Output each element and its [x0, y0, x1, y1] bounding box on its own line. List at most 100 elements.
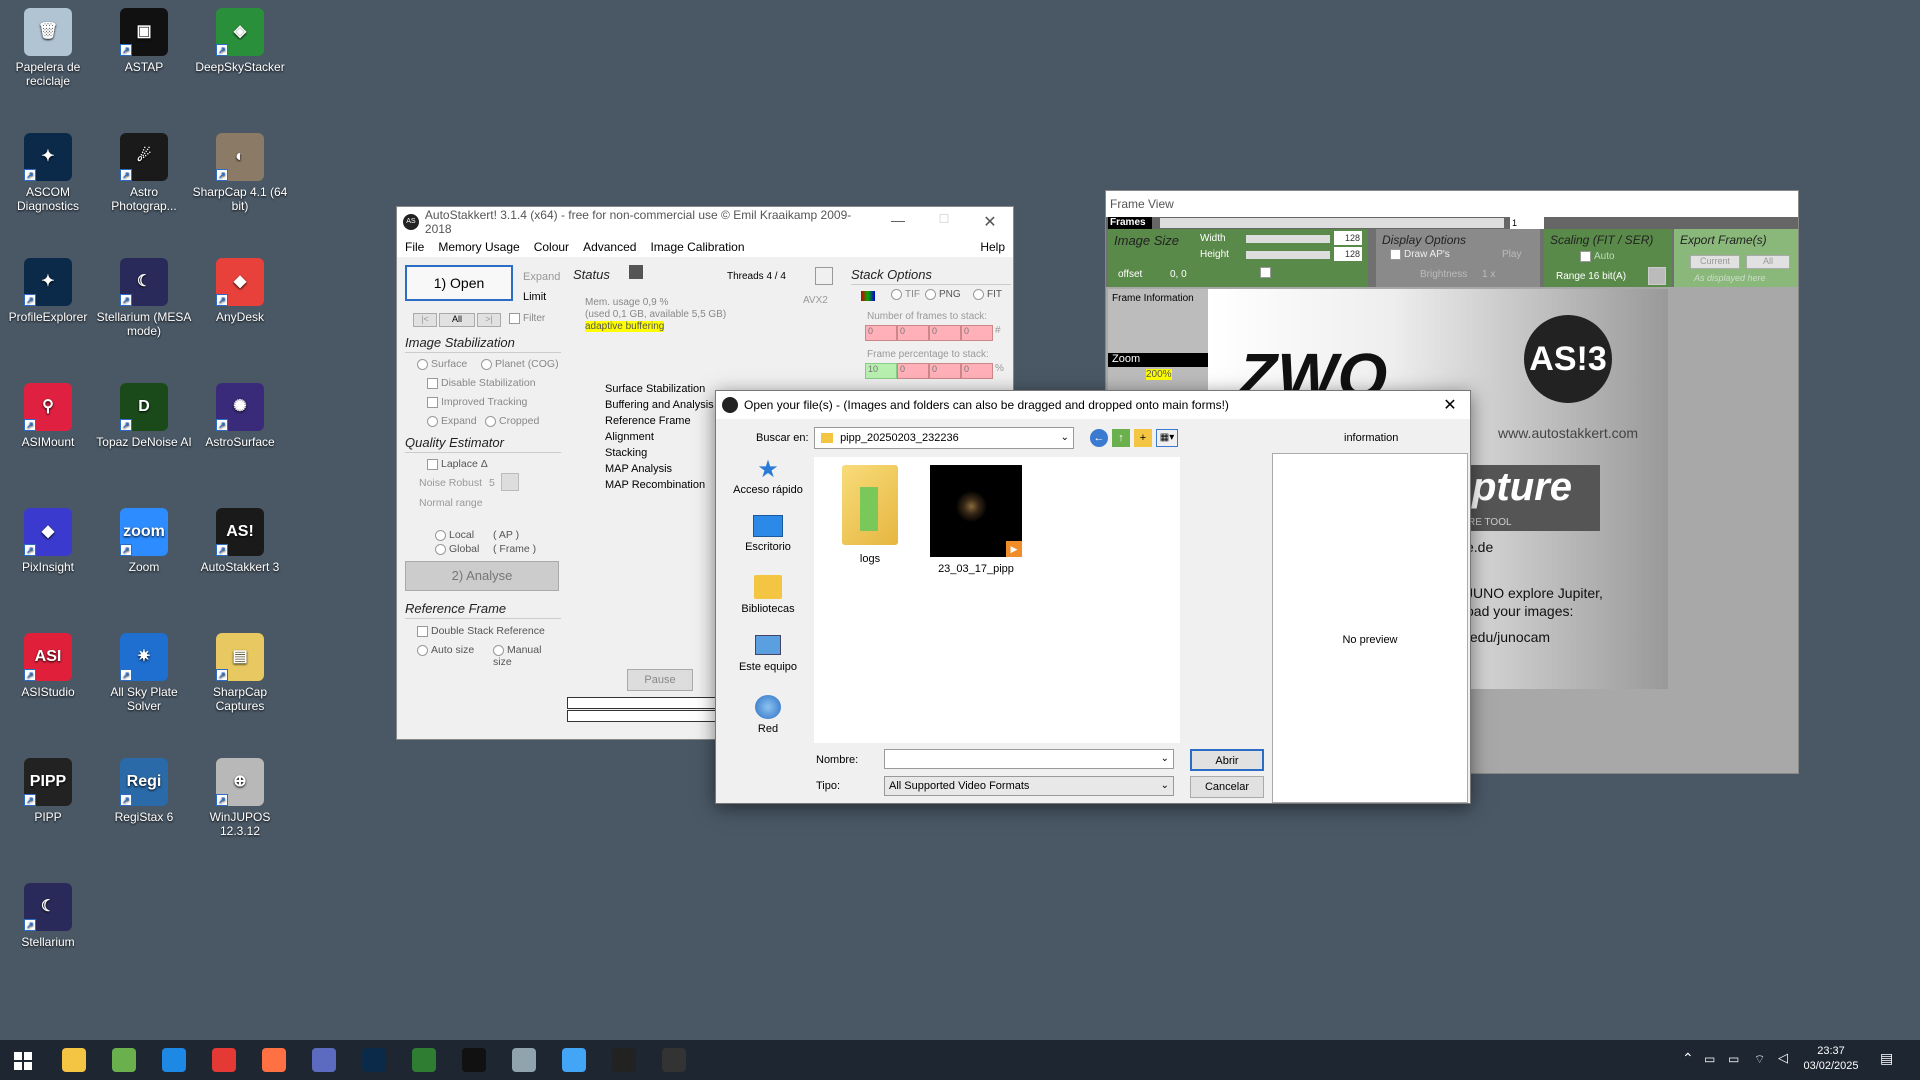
maximize-icon[interactable]: ☐ [921, 212, 967, 232]
up-folder-icon[interactable]: ↑ [1112, 429, 1130, 447]
disable-stabilization-checkbox[interactable]: Disable Stabilization [427, 377, 536, 389]
local-radio[interactable]: Local [435, 529, 474, 541]
notepad-icon[interactable] [112, 1048, 136, 1072]
chevron-up-icon[interactable]: ⌃ [1682, 1050, 1694, 1067]
nav-first-button[interactable]: |< [413, 313, 437, 327]
close-icon[interactable]: ✕ [967, 212, 1013, 232]
lightroom-icon[interactable] [362, 1048, 386, 1072]
png-radio[interactable]: PNG [925, 289, 961, 300]
desktop-icon[interactable]: ✷ ↗ All Sky Plate Solver [96, 633, 192, 713]
chrome-icon[interactable] [212, 1048, 236, 1072]
export-current-button[interactable]: Current [1690, 255, 1740, 269]
network-tool-icon[interactable] [312, 1048, 336, 1072]
start-button[interactable] [14, 1052, 32, 1070]
desktop-icon[interactable]: ✺ ↗ AstroSurface [192, 383, 288, 449]
auto-size-radio[interactable]: Auto size [417, 644, 474, 656]
desktop-icon[interactable]: ◆ ↗ AnyDesk [192, 258, 288, 324]
planet-radio[interactable]: Planet (COG) [481, 358, 559, 370]
minimize-icon[interactable]: — [875, 212, 921, 232]
name-input[interactable]: ⌄ [884, 749, 1174, 769]
dialog-titlebar[interactable]: Open your file(s) - (Images and folders … [716, 391, 1470, 419]
limit-label[interactable]: Limit [523, 291, 546, 303]
file-item-video[interactable]: ▶ 23_03_17_pipp [926, 465, 1026, 575]
lookin-combobox[interactable]: pipp_20250203_232236 ⌄ [814, 427, 1074, 449]
double-stack-checkbox[interactable]: Double Stack Reference [417, 625, 545, 637]
back-icon[interactable]: ← [1090, 429, 1108, 447]
desktop-icon[interactable]: ⚲ ↗ ASIMount [0, 383, 96, 449]
desktop-icon[interactable]: zoom ↗ Zoom [96, 508, 192, 574]
height-input[interactable]: 128 [1334, 247, 1362, 261]
cropped-radio[interactable]: Cropped [485, 415, 539, 427]
type-select[interactable]: All Supported Video Formats ⌄ [884, 776, 1174, 796]
range-button[interactable] [1648, 267, 1666, 285]
num-frames-input[interactable]: 0 [961, 325, 993, 341]
auto-checkbox[interactable]: Auto [1580, 251, 1615, 262]
nav-all-button[interactable]: All [439, 313, 475, 327]
export-all-button[interactable]: All [1746, 255, 1790, 269]
width-input[interactable]: 128 [1334, 231, 1362, 245]
frame-pct-input[interactable]: 0 [961, 363, 993, 379]
frame-pct-input[interactable]: 10 [865, 363, 897, 379]
manual-size-radio[interactable]: Manual size [493, 644, 561, 668]
menu-colour[interactable]: Colour [534, 240, 569, 254]
num-frames-input[interactable]: 0 [929, 325, 961, 341]
place-this-pc[interactable]: Este equipo [724, 635, 812, 673]
global-radio[interactable]: Global [435, 543, 479, 555]
desktop-icon[interactable]: 🗑 Papelera de reciclaje [0, 8, 96, 88]
noise-robust-spin[interactable] [501, 473, 519, 491]
autostakkert-icon[interactable] [662, 1048, 686, 1072]
notification-icon[interactable]: ▤ [1880, 1050, 1893, 1067]
width-slider[interactable] [1246, 235, 1330, 243]
volume-icon[interactable]: ◁ [1778, 1050, 1788, 1066]
menu-file[interactable]: File [405, 240, 424, 254]
expand-radio[interactable]: Expand [427, 415, 477, 427]
place-libraries[interactable]: Bibliotecas [724, 575, 812, 615]
open-button[interactable]: 1) Open [405, 265, 513, 301]
fit-radio[interactable]: FIT [973, 289, 1002, 300]
desktop-icon[interactable]: ▣ ↗ ASTAP [96, 8, 192, 74]
threads-button[interactable] [815, 267, 833, 285]
view-menu-icon[interactable]: ▦▾ [1156, 429, 1178, 447]
place-quick-access[interactable]: ★ Acceso rápido [724, 455, 812, 496]
menu-memory-usage[interactable]: Memory Usage [438, 240, 519, 254]
desktop-icon[interactable]: ✦ ↗ ProfileExplorer [0, 258, 96, 324]
photos-icon[interactable] [562, 1048, 586, 1072]
file-explorer-icon[interactable] [62, 1048, 86, 1072]
autostakkert-titlebar[interactable]: AS AutoStakkert! 3.1.4 (x64) - free for … [397, 207, 1013, 237]
meet-icon[interactable]: ▭ [1704, 1052, 1715, 1066]
frame-pct-input[interactable]: 0 [929, 363, 961, 379]
laplace-checkbox[interactable]: Laplace Δ [427, 458, 488, 470]
frame-number-input[interactable]: 1 [1510, 217, 1544, 229]
wifi-icon[interactable]: ⌔ [1754, 1052, 1765, 1067]
file-item-logs[interactable]: logs [828, 465, 912, 565]
desktop-icon[interactable]: ▤ ↗ SharpCap Captures [192, 633, 288, 713]
file-list[interactable]: logs ▶ 23_03_17_pipp [814, 457, 1180, 743]
frames-slider[interactable] [1160, 218, 1504, 228]
astro-photo-icon[interactable] [462, 1048, 486, 1072]
vscode-icon[interactable] [162, 1048, 186, 1072]
zoom-value[interactable]: 200% [1146, 369, 1172, 380]
desktop-icon[interactable]: ◐ ↗ SharpCap 4.1 (64 bit) [192, 133, 288, 213]
filter-checkbox[interactable]: Filter [509, 313, 545, 324]
num-frames-input[interactable]: 0 [897, 325, 929, 341]
cancel-button[interactable]: Cancelar [1190, 776, 1264, 798]
offset-checkbox[interactable] [1260, 267, 1271, 278]
frame-view-titlebar[interactable]: Frame View [1106, 191, 1798, 217]
desktop-icon[interactable]: PIPP ↗ PIPP [0, 758, 96, 824]
desktop-icon[interactable]: ☾ ↗ Stellarium (MESA mode) [96, 258, 192, 338]
desktop-icon[interactable]: ⊕ ↗ WinJUPOS 12.3.12 [192, 758, 288, 838]
menu-image-calibration[interactable]: Image Calibration [650, 240, 744, 254]
draw-aps-checkbox[interactable]: Draw AP's [1390, 249, 1450, 260]
pipp-icon[interactable] [612, 1048, 636, 1072]
clock[interactable]: 23:37 03/02/2025 [1796, 1044, 1866, 1074]
num-frames-input[interactable]: 0 [865, 325, 897, 341]
desktop-icon[interactable]: ◆ ↗ PixInsight [0, 508, 96, 574]
tif-radio[interactable]: TIF [891, 289, 920, 300]
desktop-icon[interactable]: ◈ ↗ DeepSkyStacker [192, 8, 288, 74]
menu-advanced[interactable]: Advanced [583, 240, 636, 254]
surface-radio[interactable]: Surface [417, 358, 467, 370]
sharpcap-icon[interactable] [512, 1048, 536, 1072]
desktop-icon[interactable]: ✦ ↗ ASCOM Diagnostics [0, 133, 96, 213]
desktop-icon[interactable]: D ↗ Topaz DeNoise AI [96, 383, 192, 449]
height-slider[interactable] [1246, 251, 1330, 259]
